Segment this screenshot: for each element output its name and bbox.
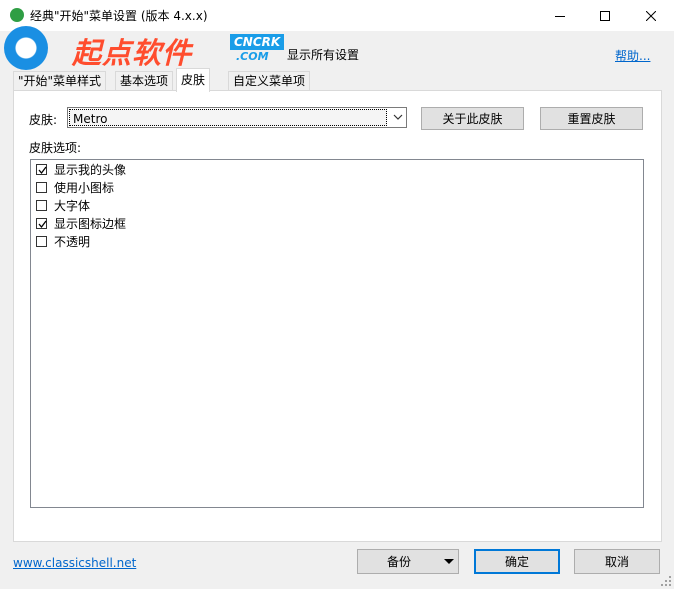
skin-label: 皮肤: bbox=[29, 113, 58, 127]
check-icon bbox=[38, 220, 47, 229]
close-icon bbox=[646, 10, 656, 21]
logo-badge: CNCRK .COM bbox=[230, 34, 286, 66]
option-label: 不透明 bbox=[54, 235, 91, 249]
help-link[interactable]: 帮助... bbox=[615, 47, 650, 64]
logo-brand-text: 起点软件 bbox=[72, 36, 193, 70]
maximize-button[interactable] bbox=[582, 0, 628, 31]
option-label: 大字体 bbox=[54, 199, 91, 213]
option-opaque[interactable]: 不透明 bbox=[36, 233, 90, 250]
checkbox-unchecked[interactable] bbox=[36, 236, 47, 247]
tab-custom-menu-items[interactable]: 自定义菜单项 bbox=[228, 71, 311, 91]
checkbox-unchecked[interactable] bbox=[36, 182, 47, 193]
tab-label: 自定义菜单项 bbox=[233, 74, 306, 88]
show-all-settings-label[interactable]: 显示所有设置 bbox=[287, 46, 359, 63]
backup-button[interactable]: 备份 bbox=[357, 549, 459, 574]
website-link[interactable]: www.classicshell.net bbox=[13, 556, 136, 570]
tab-label: 皮肤 bbox=[181, 73, 206, 87]
tab-skin[interactable]: 皮肤 bbox=[176, 68, 211, 92]
skin-select-focus: Metro bbox=[69, 109, 387, 126]
logo-badge-line2: .COM bbox=[236, 50, 269, 63]
ok-button[interactable]: 确定 bbox=[474, 549, 560, 574]
close-button[interactable] bbox=[628, 0, 674, 31]
skin-options-label: 皮肤选项: bbox=[29, 141, 82, 155]
tab-basic-options[interactable]: 基本选项 bbox=[115, 71, 174, 91]
resize-grip-icon[interactable] bbox=[660, 575, 672, 587]
checkbox-checked[interactable] bbox=[36, 218, 47, 229]
watermark-logo: 起点软件 CNCRK .COM bbox=[2, 20, 286, 76]
backup-button-label: 备份 bbox=[386, 555, 411, 569]
minimize-button[interactable] bbox=[537, 0, 583, 31]
option-large-font[interactable]: 大字体 bbox=[36, 197, 90, 214]
minimize-icon bbox=[555, 15, 565, 17]
cancel-button[interactable]: 取消 bbox=[574, 549, 660, 574]
option-label: 显示图标边框 bbox=[54, 217, 127, 231]
check-icon bbox=[38, 166, 47, 175]
skin-options-list: 显示我的头像 使用小图标 大字体 显示图标边框 不透明 bbox=[30, 159, 644, 508]
checkbox-checked[interactable] bbox=[36, 164, 47, 175]
chevron-down-icon bbox=[393, 114, 403, 120]
option-small-icons[interactable]: 使用小图标 bbox=[36, 179, 114, 196]
tab-label: "开始"菜单样式 bbox=[18, 74, 102, 88]
tab-start-menu-style[interactable]: "开始"菜单样式 bbox=[13, 71, 107, 91]
dropdown-arrow-icon[interactable] bbox=[444, 559, 454, 565]
reset-skin-button[interactable]: 重置皮肤 bbox=[540, 107, 643, 130]
checkbox-unchecked[interactable] bbox=[36, 200, 47, 211]
logo-ring-icon bbox=[4, 26, 48, 70]
skin-select-value: Metro bbox=[73, 112, 108, 126]
tab-label: 基本选项 bbox=[120, 74, 169, 88]
option-label: 显示我的头像 bbox=[54, 163, 127, 177]
logo-badge-line1: CNCRK bbox=[230, 34, 285, 50]
about-skin-button[interactable]: 关于此皮肤 bbox=[421, 107, 524, 130]
option-icon-frames[interactable]: 显示图标边框 bbox=[36, 215, 126, 232]
option-label: 使用小图标 bbox=[54, 181, 115, 195]
maximize-icon bbox=[600, 10, 610, 21]
option-show-avatar[interactable]: 显示我的头像 bbox=[36, 161, 126, 178]
skin-select[interactable]: Metro bbox=[67, 107, 407, 128]
